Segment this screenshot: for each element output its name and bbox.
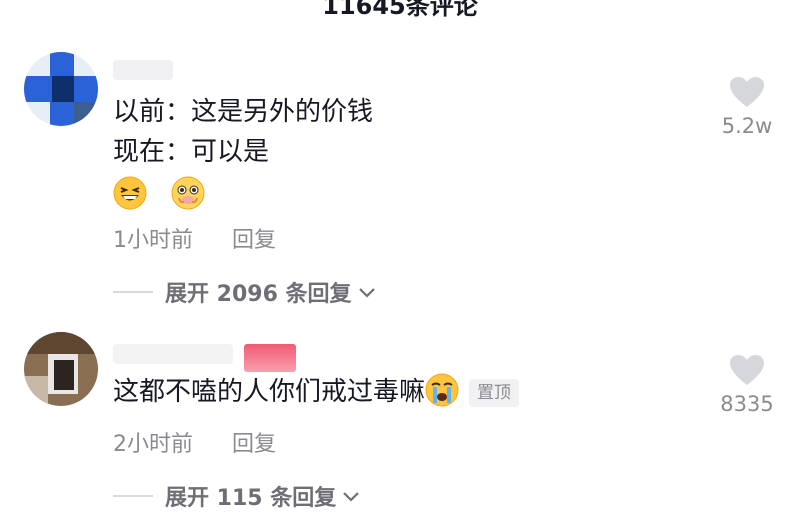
pinned-badge: 置顶 bbox=[469, 378, 520, 407]
comment-text: 这都不嗑的人你们戒过毒嘛 置顶 bbox=[113, 372, 520, 412]
like-button[interactable]: 5.2w bbox=[712, 76, 782, 138]
comment-text: 以前：这是另外的价钱 现在：可以是 bbox=[113, 92, 373, 216]
comment-time: 2小时前 bbox=[113, 432, 193, 457]
divider-line bbox=[113, 495, 153, 497]
comment-time: 1小时前 bbox=[113, 228, 193, 253]
avatar[interactable] bbox=[24, 332, 98, 406]
heart-icon bbox=[730, 77, 764, 107]
reply-button[interactable]: 回复 bbox=[232, 228, 276, 253]
avatar-image bbox=[24, 332, 98, 406]
expand-replies-label: 展开 2096 条回复 bbox=[165, 282, 352, 307]
crying-emoji-icon bbox=[425, 373, 459, 407]
avatar-image bbox=[24, 52, 98, 126]
username-blurred[interactable] bbox=[113, 60, 173, 80]
comment-line: 以前：这是另外的价钱 bbox=[113, 97, 374, 127]
comment-count-title: 11645条评论 bbox=[322, 0, 478, 20]
reply-button[interactable]: 回复 bbox=[232, 432, 276, 457]
chevron-down-icon bbox=[358, 288, 375, 298]
heart-icon bbox=[730, 355, 764, 385]
like-count: 5.2w bbox=[721, 114, 773, 138]
username-blurred[interactable] bbox=[113, 344, 233, 364]
emoji-row bbox=[113, 172, 373, 216]
pleading-emoji-icon bbox=[171, 176, 205, 210]
chevron-down-icon bbox=[343, 492, 360, 502]
like-button[interactable]: 8335 bbox=[712, 354, 782, 416]
comment-meta: 1小时前 回复 bbox=[113, 222, 276, 254]
expand-replies-label: 展开 115 条回复 bbox=[165, 486, 337, 511]
comment-meta: 2小时前 回复 bbox=[113, 426, 276, 458]
like-count: 8335 bbox=[720, 392, 774, 416]
comment-line: 这都不嗑的人你们戒过毒嘛 bbox=[113, 377, 426, 407]
laughing-emoji-icon bbox=[113, 176, 147, 210]
comment-line: 现在：可以是 bbox=[113, 137, 270, 167]
avatar[interactable] bbox=[24, 52, 98, 126]
expand-replies-button[interactable]: 展开 2096 条回复 bbox=[113, 276, 378, 308]
divider-line bbox=[113, 291, 153, 293]
user-badge bbox=[244, 344, 296, 372]
expand-replies-button[interactable]: 展开 115 条回复 bbox=[113, 480, 362, 512]
